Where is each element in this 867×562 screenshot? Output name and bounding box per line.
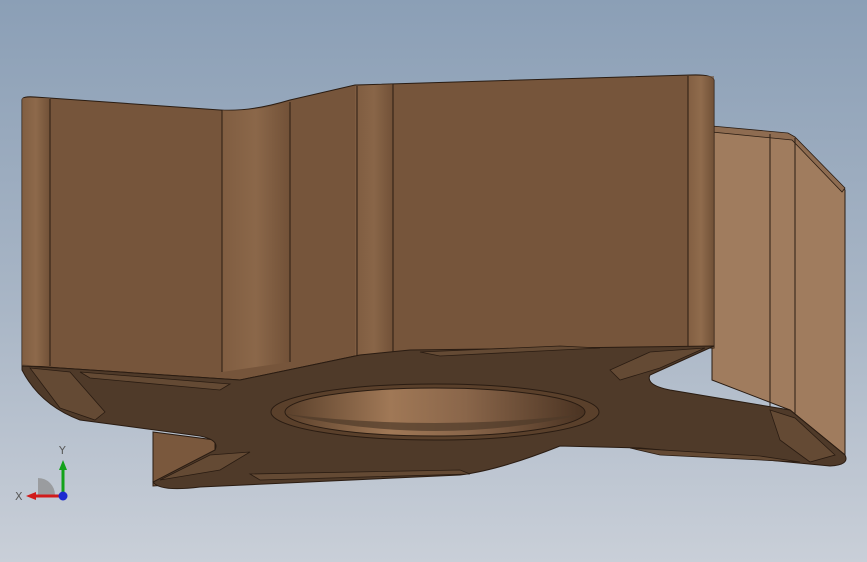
part-model[interactable] xyxy=(0,0,867,562)
mid-fillet xyxy=(222,102,290,372)
z-axis-dot xyxy=(58,491,68,501)
x-axis-arrow xyxy=(26,492,36,500)
view-triad: Y X xyxy=(15,444,68,503)
y-axis-label: Y xyxy=(58,444,66,457)
graphics-viewport[interactable]: Y X xyxy=(0,0,867,562)
y-axis-arrow xyxy=(59,460,67,470)
right-fillet xyxy=(688,76,714,348)
center-fillet xyxy=(355,84,393,356)
triad-plane xyxy=(38,478,55,495)
x-axis-label: X xyxy=(15,490,23,503)
left-fillet xyxy=(22,98,50,366)
